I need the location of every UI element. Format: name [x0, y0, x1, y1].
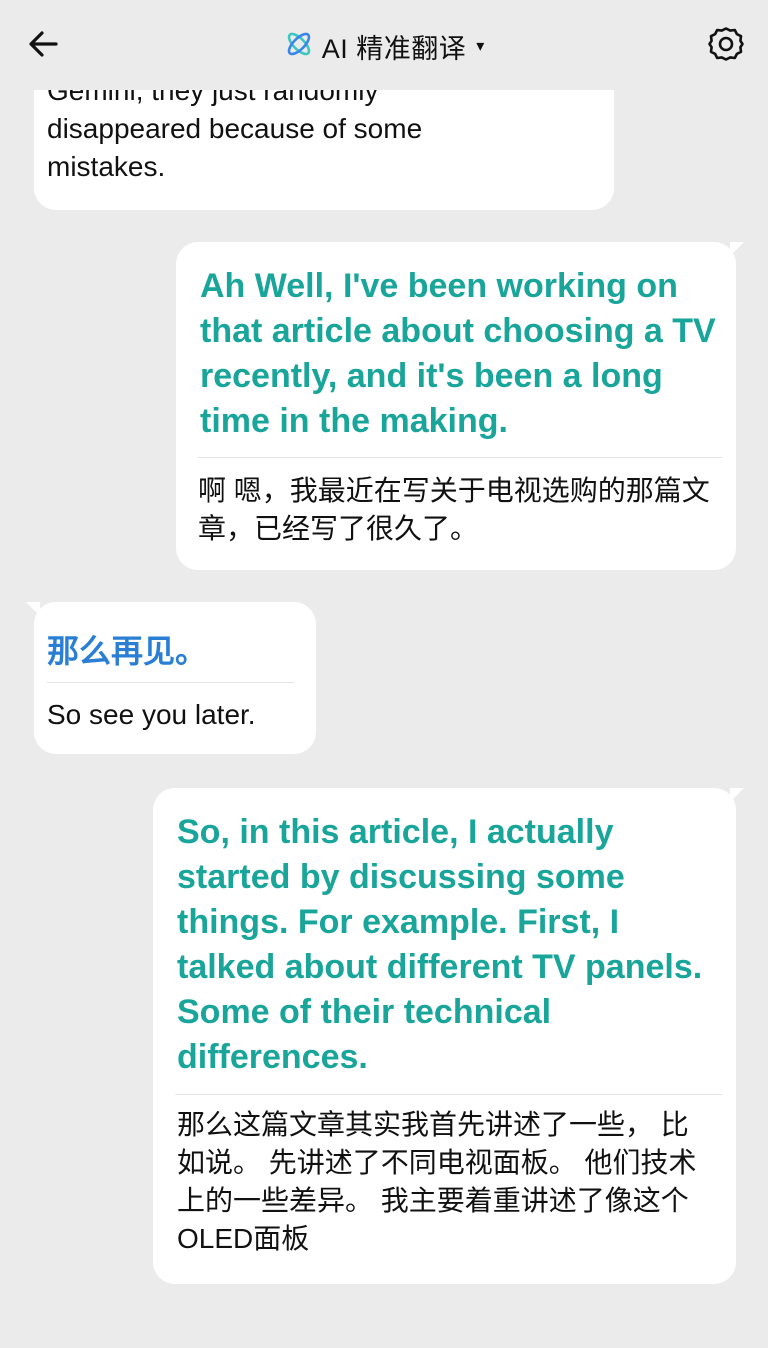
atom-logo-icon [284, 29, 314, 64]
message-bubble-received[interactable]: 那么再见。 So see you later. [26, 602, 316, 754]
gear-icon [707, 25, 745, 68]
message-original-text: 那么再见。 [47, 633, 208, 669]
message-divider [175, 1094, 722, 1095]
message-divider [47, 682, 294, 683]
message-divider [198, 457, 722, 458]
message-translation-text: 啊 嗯，我最近在写关于电视选购的那篇文章，已经写了很久了。 [198, 475, 710, 544]
page-title: AI 精准翻译 [321, 33, 467, 64]
settings-button[interactable] [704, 24, 748, 68]
chevron-down-icon: ▾ [476, 38, 485, 55]
message-bubble-sent[interactable]: So, in this article, I actually started … [153, 788, 744, 1284]
chat-area: Gemini, they just randomly disappeared b… [0, 0, 768, 1348]
translation-mode-selector[interactable]: AI 精准翻译 ▾ [284, 27, 485, 66]
top-bar: AI 精准翻译 ▾ [0, 0, 768, 90]
message-translation-text: So see you later. [47, 699, 256, 730]
message-original-text: Ah Well, I've been working on that artic… [200, 267, 716, 440]
message-bubble-sent[interactable]: Ah Well, I've been working on that artic… [176, 242, 744, 570]
message-translation-text: 那么这篇文章其实我首先讲述了一些， 比如说。 先讲述了不同电视面板。 他们技术上… [177, 1109, 697, 1254]
message-original-text: So, in this article, I actually started … [177, 813, 703, 1076]
